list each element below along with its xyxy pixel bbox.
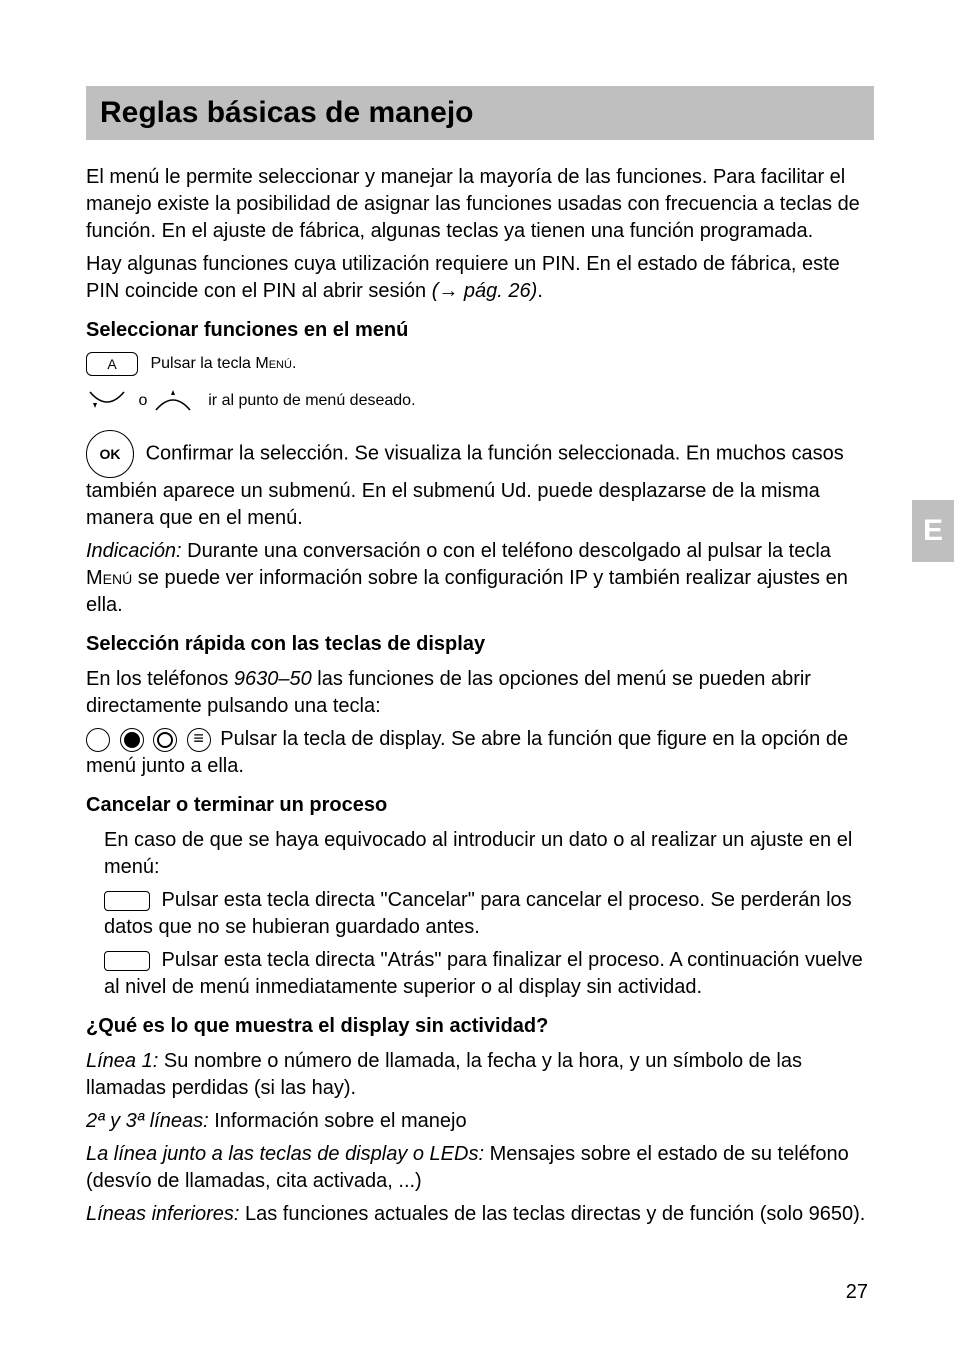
note-label: Indicación: <box>86 540 182 562</box>
rocker-up-icon <box>152 386 194 416</box>
display-key-bars-icon <box>187 728 211 752</box>
idle-l1-label: Línea 1: <box>86 1050 158 1072</box>
idle-linf: Líneas inferiores: Las funciones actuale… <box>86 1201 874 1228</box>
quick-p1a: En los teléfonos <box>86 668 234 690</box>
cancel-block: En caso de que se haya equivocado al int… <box>86 827 874 1001</box>
cancel-p2-text: Pulsar esta tecla directa "Cancelar" par… <box>104 889 852 938</box>
step1-text-c: . <box>292 355 296 372</box>
cancel-p3-text: Pulsar esta tecla directa "Atrás" para f… <box>104 949 863 998</box>
section-head-idle: ¿Qué es lo que muestra el display sin ac… <box>86 1013 874 1040</box>
idle-linf-label: Líneas inferiores: <box>86 1203 239 1225</box>
step-press-menu: A Pulsar la tecla Menú. <box>86 352 874 376</box>
idle-leds: La línea junto a las teclas de display o… <box>86 1141 874 1195</box>
idle-l1-text: Su nombre o número de llamada, la fecha … <box>86 1050 802 1099</box>
softkey-back-icon <box>104 951 150 971</box>
title-bar: Reglas básicas de manejo <box>86 86 874 140</box>
indication-note: Indicación: Durante una conversación o c… <box>86 538 874 619</box>
step1-text-a: Pulsar la tecla M <box>150 355 268 372</box>
quick-p1b: 9630–50 <box>234 668 312 690</box>
section-head-cancel: Cancelar o terminar un proceso <box>86 792 874 819</box>
step-confirm: OK Confirmar la selección. Se visualiza … <box>86 430 874 532</box>
side-tab: E <box>912 500 954 562</box>
step-navigate: o ir al punto de menú deseado. <box>86 386 874 416</box>
idle-lleds-label: La línea junto a las teclas de display o… <box>86 1143 484 1165</box>
quick-p1: En los teléfonos 9630–50 las funciones d… <box>86 666 874 720</box>
note-c: se puede ver información sobre la config… <box>86 567 848 616</box>
page-ref: (→ pág. 26) <box>432 280 538 302</box>
step2-o: o <box>138 392 151 409</box>
display-key-filled-icon <box>120 728 144 752</box>
step2-rest: ir al punto de menú deseado. <box>208 392 415 409</box>
step1-text-sc: enú <box>269 355 292 372</box>
page: Reglas básicas de manejo El menú le perm… <box>0 0 954 1352</box>
softkey-cancel-icon <box>104 891 150 911</box>
section-head-quick: Selección rápida con las teclas de displ… <box>86 631 874 658</box>
page-title: Reglas básicas de manejo <box>100 96 860 130</box>
idle-l23-text: Información sobre el manejo <box>209 1110 467 1132</box>
rocker-down-icon <box>86 386 128 416</box>
cancel-p3: Pulsar esta tecla directa "Atrás" para f… <box>104 947 874 1001</box>
step3-text: Confirmar la selección. Se visualiza la … <box>86 442 844 529</box>
cancel-p1: En caso de que se haya equivocado al int… <box>104 827 874 881</box>
idle-l23-label: 2ª y 3ª líneas: <box>86 1110 209 1132</box>
display-key-ring-icon <box>153 728 177 752</box>
section-head-select: Seleccionar funciones en el menú <box>86 317 874 344</box>
idle-line1: Línea 1: Su nombre o número de llamada, … <box>86 1048 874 1102</box>
intro-paragraph-1: El menú le permite seleccionar y manejar… <box>86 164 874 245</box>
cancel-p2: Pulsar esta tecla directa "Cancelar" par… <box>104 887 874 941</box>
intro2-text-c: . <box>537 280 543 302</box>
note-sc: enú <box>103 567 133 589</box>
menu-key-icon: A <box>86 352 138 376</box>
page-number: 27 <box>846 1281 868 1304</box>
display-key-empty-icon <box>86 728 110 752</box>
intro-paragraph-2: Hay algunas funciones cuya utilización r… <box>86 251 874 305</box>
quick-p2: Pulsar la tecla de display. Se abre la f… <box>86 726 874 780</box>
ok-key-icon: OK <box>86 430 134 478</box>
idle-line23: 2ª y 3ª líneas: Información sobre el man… <box>86 1108 874 1135</box>
idle-linf-text: Las funciones actuales de las teclas dir… <box>239 1203 865 1225</box>
